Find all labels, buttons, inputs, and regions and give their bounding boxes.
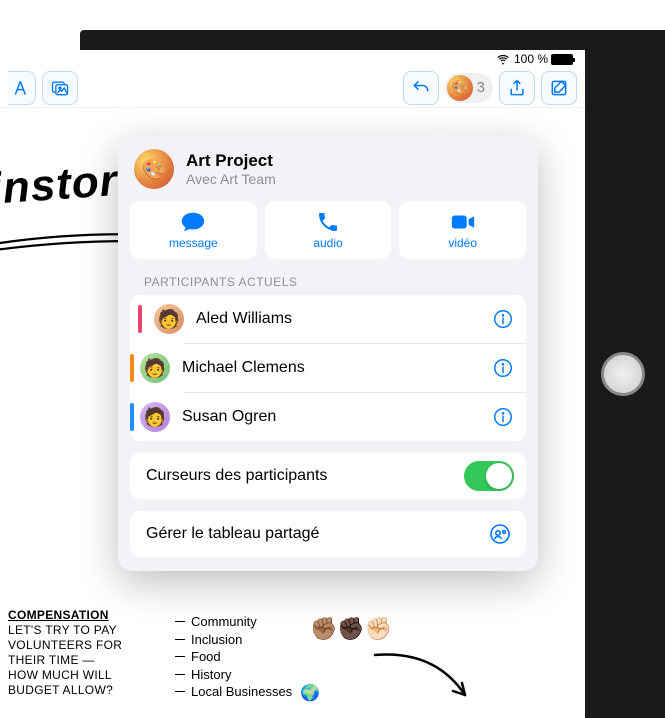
arrow-drawing <box>365 650 485 710</box>
collab-count: 3 <box>477 79 485 96</box>
cursors-label: Curseurs des participants <box>146 467 464 485</box>
avatar: 🧑 <box>154 304 184 334</box>
info-icon[interactable] <box>492 308 514 330</box>
info-icon[interactable] <box>492 406 514 428</box>
toolbar: 🎨 3 <box>0 68 585 108</box>
message-label: message <box>169 236 218 250</box>
participant-name: Aled Williams <box>196 310 492 328</box>
presence-stripe <box>130 354 134 382</box>
video-icon <box>450 210 476 234</box>
home-button[interactable] <box>601 352 645 396</box>
participants-section-label: PARTICIPANTS ACTUELS <box>130 275 526 289</box>
presence-stripe <box>138 305 142 333</box>
participant-row[interactable]: 🧑 Susan Ogren <box>184 392 526 441</box>
collaboration-popover: 🎨 Art Project Avec Art Team message <box>118 135 538 571</box>
project-subtitle: Avec Art Team <box>186 171 276 187</box>
video-label: vidéo <box>448 236 477 250</box>
battery-percentage: 100 % <box>514 52 548 66</box>
manage-label: Gérer le tableau partagé <box>146 525 488 543</box>
media-button[interactable] <box>42 71 78 105</box>
text-format-button[interactable] <box>8 71 36 105</box>
handwriting-note-compensation: Compensation Let's try to pay volunteers… <box>8 608 122 698</box>
manage-shared-board-button[interactable]: Gérer le tableau partagé <box>130 511 526 557</box>
audio-label: audio <box>313 236 342 250</box>
collaboration-icon <box>488 522 512 546</box>
participant-name: Michael Clemens <box>182 359 492 377</box>
fist-emojis: ✊🏽✊🏿✊🏻 <box>310 616 392 642</box>
phone-icon <box>315 210 341 234</box>
collaboration-button[interactable]: 🎨 3 <box>445 73 493 103</box>
compose-button[interactable] <box>541 71 577 105</box>
participant-name: Susan Ogren <box>182 408 492 426</box>
avatar: 🧑 <box>140 353 170 383</box>
info-icon[interactable] <box>492 357 514 379</box>
video-button[interactable]: vidéo <box>399 201 526 259</box>
battery-indicator: 100 % <box>514 52 573 66</box>
globe-emoji: 🌍 <box>300 683 320 703</box>
message-button[interactable]: message <box>130 201 257 259</box>
message-icon <box>180 210 206 234</box>
wifi-icon <box>496 52 510 66</box>
participant-cursors-row: Curseurs des participants <box>130 453 526 499</box>
participant-row[interactable]: 🧑 Michael Clemens <box>184 343 526 392</box>
cursors-toggle[interactable] <box>464 461 514 491</box>
status-bar: 100 % <box>0 50 585 68</box>
project-title: Art Project <box>186 151 276 171</box>
presence-stripe <box>130 403 134 431</box>
avatar: 🧑 <box>140 402 170 432</box>
palette-icon: 🎨 <box>447 75 473 101</box>
undo-button[interactable] <box>403 71 439 105</box>
participants-list: 🧑 Aled Williams 🧑 Michael Clemens <box>130 295 526 441</box>
share-button[interactable] <box>499 71 535 105</box>
participant-row[interactable]: 🧑 Aled Williams <box>130 295 526 343</box>
audio-button[interactable]: audio <box>265 201 392 259</box>
project-avatar: 🎨 <box>134 149 174 189</box>
handwriting-note-list: Community Inclusion Food History Local B… <box>175 613 292 701</box>
